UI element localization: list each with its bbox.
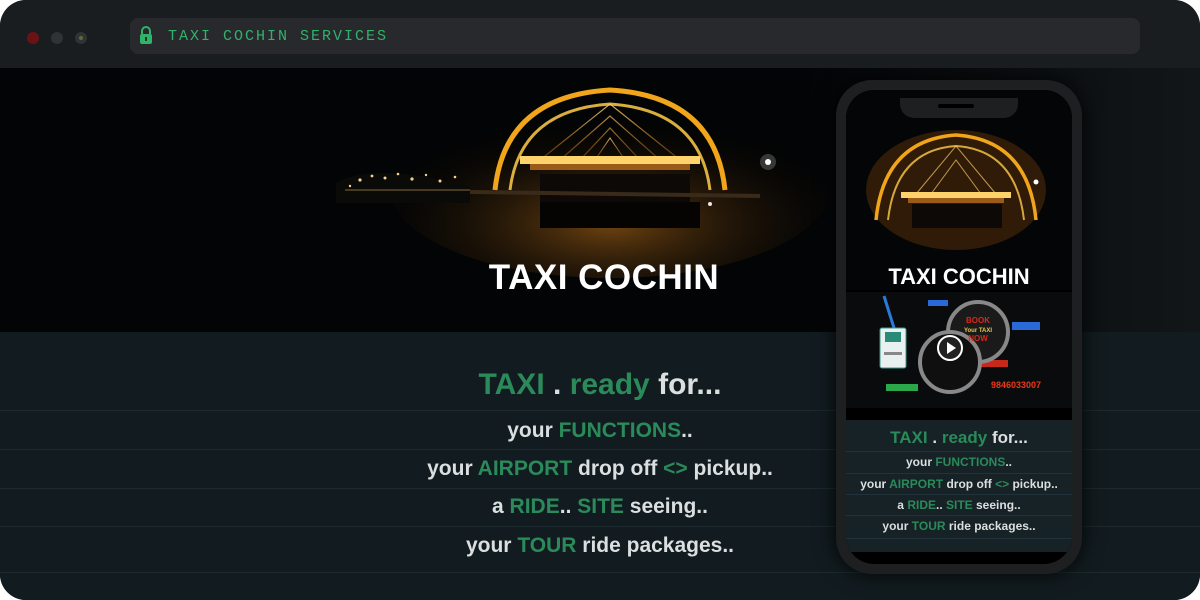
phone-services-section: TAXI . ready for... your FUNCTIONS.. you… <box>846 420 1072 552</box>
maximize-window-button[interactable] <box>75 32 87 44</box>
phone-notch <box>900 98 1018 118</box>
phone-arch-bridge-image <box>866 130 1046 250</box>
promo-video[interactable]: BOOK Your TAXI NOW 9846033007 <box>846 292 1072 408</box>
lock-icon <box>140 26 152 44</box>
divider <box>846 494 1072 495</box>
divider <box>846 538 1072 539</box>
browser-toolbar: TAXI COCHIN SERVICES <box>0 0 1200 68</box>
play-icon[interactable] <box>937 335 963 361</box>
minimize-window-button[interactable] <box>51 32 63 44</box>
tagline-ready: ready <box>569 368 650 401</box>
divider <box>846 473 1072 474</box>
video-phone-number: 9846033007 <box>991 380 1041 390</box>
phone-mockup: TAXI COCHIN BOOK Your TAXI NOW 984603300… <box>836 80 1082 574</box>
page-content: TAXI COCHIN TAXI . ready for... your FUN… <box>0 68 1200 600</box>
tagline-for: for... <box>658 368 722 401</box>
phone-service-line-functions: your FUNCTIONS.. <box>905 455 1012 469</box>
phone-tagline-heading: TAXI . ready for... <box>890 428 1028 447</box>
address-bar-text: TAXI COCHIN SERVICES <box>168 28 389 45</box>
video-book-label: BOOK <box>966 316 990 325</box>
phone-service-line-ride: a RIDE.. SITE seeing.. <box>897 498 1021 512</box>
divider <box>846 451 1072 452</box>
divider <box>846 515 1072 516</box>
close-window-button[interactable] <box>27 32 39 44</box>
video-now-label: NOW <box>968 334 988 343</box>
phone-screen: TAXI COCHIN BOOK Your TAXI NOW 984603300… <box>846 90 1072 564</box>
address-bar[interactable]: TAXI COCHIN SERVICES <box>130 18 1140 54</box>
phone-service-line-airport: your AIRPORT drop off <> pickup.. <box>860 477 1058 491</box>
phone-hero-banner: TAXI COCHIN <box>846 90 1072 290</box>
phone-service-line-tour: your TOUR ride packages.. <box>882 519 1036 533</box>
tagline-dot: . <box>553 368 562 401</box>
browser-window: TAXI COCHIN SERVICES TAXI COCHIN TAXI . … <box>0 0 1200 600</box>
tagline-taxi: TAXI <box>478 368 545 401</box>
phone-hero-title: TAXI COCHIN <box>888 264 1030 289</box>
